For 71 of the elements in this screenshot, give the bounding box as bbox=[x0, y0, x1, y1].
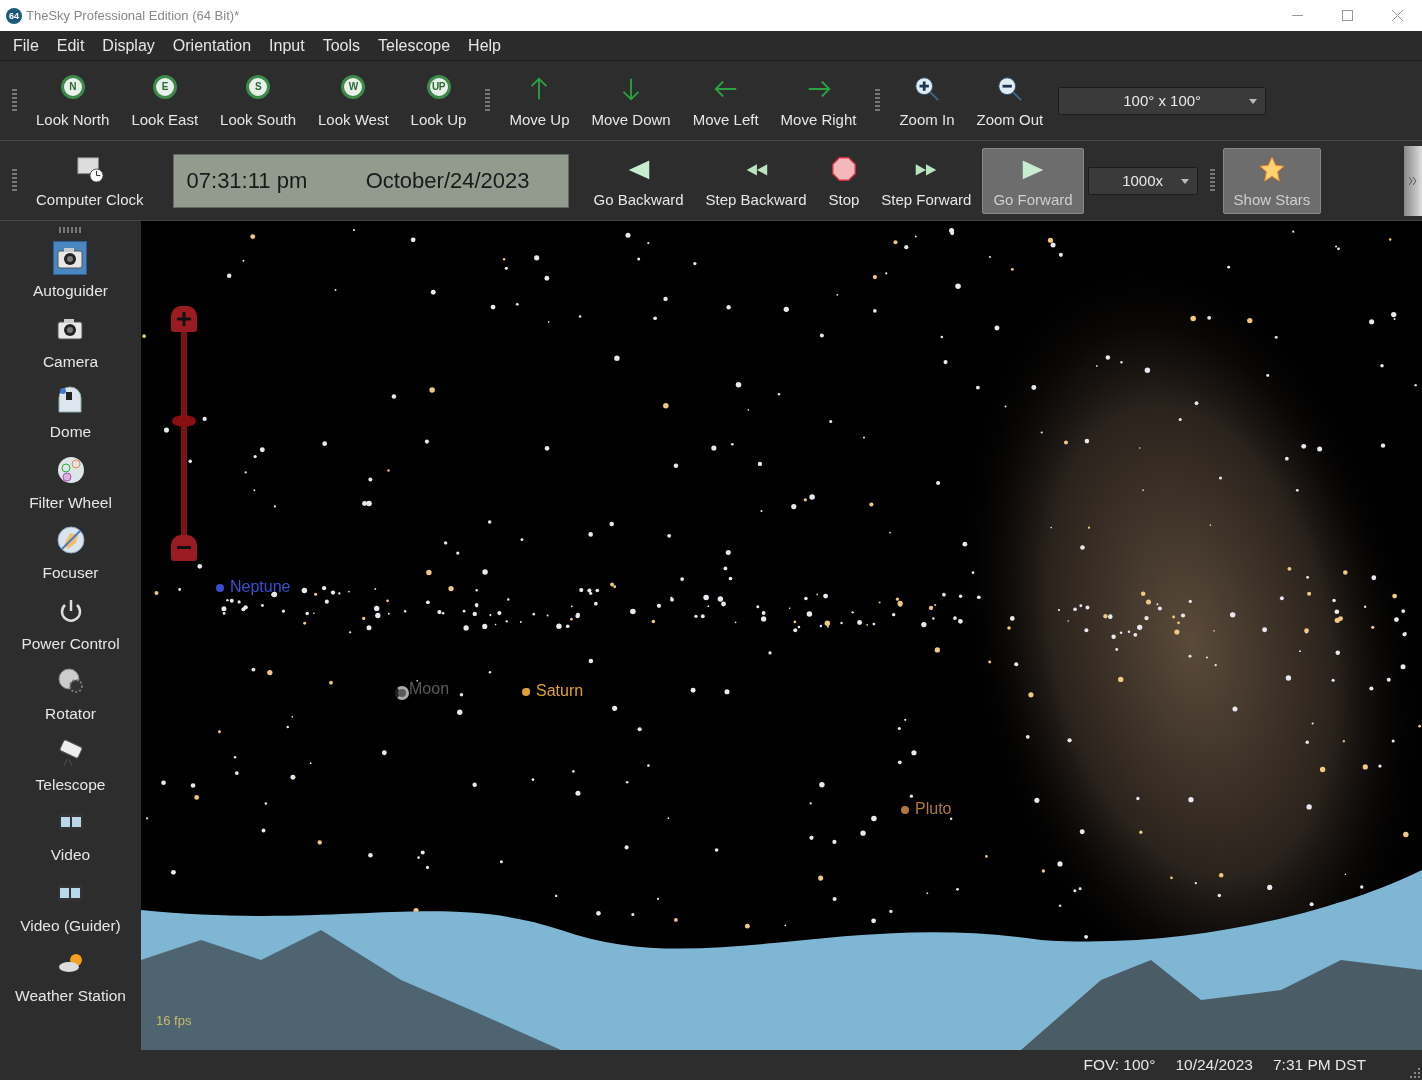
sidebar-item[interactable]: Camera bbox=[42, 311, 99, 382]
toolbar-button[interactable]: Zoom Out bbox=[965, 67, 1055, 134]
sidebar-item[interactable]: Autoguider bbox=[33, 241, 108, 312]
zoom-out-button[interactable] bbox=[171, 535, 197, 561]
plus-icon bbox=[177, 312, 191, 326]
fps-counter: 16 fps bbox=[156, 1013, 192, 1028]
compass-badge-icon: N bbox=[60, 74, 85, 99]
menu-item[interactable]: Orientation bbox=[163, 36, 261, 55]
toolbar-button[interactable]: W Look West bbox=[307, 67, 400, 134]
sidebar-item[interactable]: Telescope bbox=[35, 734, 106, 805]
sidebar-item[interactable]: Power Control bbox=[21, 593, 120, 664]
toolbar-button[interactable]: Computer Clock bbox=[25, 147, 155, 214]
minimize-icon bbox=[1291, 15, 1303, 16]
rotator-gear-icon bbox=[55, 666, 86, 696]
toolbar-button[interactable]: Move Up bbox=[498, 67, 581, 134]
close-icon bbox=[1391, 10, 1403, 21]
toolbar-button[interactable]: Stop bbox=[817, 147, 871, 214]
maximize-icon bbox=[1341, 10, 1353, 21]
date-text: October/24/2023 bbox=[365, 167, 530, 194]
status-text: 10/24/2023 bbox=[1175, 1056, 1253, 1074]
toolbar-button[interactable]: Move Left bbox=[681, 67, 770, 134]
toolbar-overflow-button[interactable] bbox=[1404, 145, 1422, 216]
window-title: TheSky Professional Edition (64 Bit)* bbox=[26, 8, 240, 23]
menu-item[interactable]: File bbox=[4, 36, 48, 55]
minus-icon bbox=[177, 546, 191, 550]
compass-badge-icon: W bbox=[341, 74, 366, 99]
chevron-icon bbox=[1409, 176, 1417, 185]
menu-item[interactable]: Edit bbox=[47, 36, 94, 55]
toolbar-button[interactable]: Move Right bbox=[769, 67, 868, 134]
toolbar-button[interactable]: N Look North bbox=[25, 67, 121, 134]
toolbar-button[interactable]: UP Look Up bbox=[399, 67, 478, 134]
toolbar-button[interactable]: Move Down bbox=[580, 67, 682, 134]
star-icon bbox=[1256, 154, 1287, 183]
time-text: 07:31:11 pm bbox=[186, 167, 308, 194]
monitor-clock-icon bbox=[74, 154, 105, 183]
status-text: 7:31 PM DST bbox=[1272, 1056, 1366, 1074]
app-logo: 64 bbox=[6, 7, 22, 24]
caret-icon bbox=[1180, 178, 1189, 184]
toolbar-button[interactable]: Zoom In bbox=[888, 67, 966, 134]
toolbar-button[interactable]: E Look East bbox=[120, 67, 210, 134]
toolbar-button[interactable]: Step Forward bbox=[870, 147, 983, 214]
toolbar-button[interactable]: S Look South bbox=[209, 67, 307, 134]
status-text: FOV: 100° bbox=[1083, 1056, 1156, 1074]
sidebar-item[interactable]: Dome bbox=[49, 382, 92, 453]
sky-object-label[interactable]: Saturn bbox=[536, 682, 584, 700]
toolbar-button[interactable]: Step Backward bbox=[694, 147, 818, 214]
dropdown[interactable]: 100° x 100° bbox=[1058, 86, 1267, 115]
caret-icon bbox=[1249, 98, 1258, 104]
compass-badge-icon: E bbox=[152, 74, 177, 99]
sidebar-item[interactable]: Filter Wheel bbox=[29, 452, 112, 523]
menu-item[interactable]: Tools bbox=[313, 36, 370, 55]
menu-item[interactable]: Display bbox=[93, 36, 164, 55]
sidebar-item[interactable]: Weather Station bbox=[15, 946, 126, 1017]
sidebar-item[interactable]: Video (Guider) bbox=[20, 875, 121, 946]
sky-object-label[interactable]: Pluto bbox=[915, 800, 952, 818]
toolbar-button[interactable]: Go Backward bbox=[582, 147, 695, 214]
slider-thumb[interactable] bbox=[172, 415, 196, 428]
menu-item[interactable]: Telescope bbox=[369, 36, 460, 55]
menu-item[interactable]: Input bbox=[260, 36, 314, 55]
focuser-icon bbox=[55, 525, 86, 555]
zoom-in-button[interactable] bbox=[171, 306, 197, 332]
sidebar-item[interactable]: Focuser bbox=[42, 523, 99, 594]
sidebar-item[interactable]: Video bbox=[50, 805, 91, 876]
sky-view[interactable]: Neptune Moon Saturn Pluto 16 fps bbox=[141, 221, 1422, 1050]
sidebar-item[interactable]: Rotator bbox=[45, 664, 96, 735]
resize-grip-icon[interactable] bbox=[1408, 1066, 1420, 1078]
menu-item[interactable]: Help bbox=[459, 36, 510, 55]
compass-badge-icon: S bbox=[246, 74, 271, 99]
filter-wheel-icon bbox=[55, 454, 86, 485]
compass-badge-icon: UP bbox=[426, 74, 451, 99]
dropdown[interactable]: 1000x bbox=[1087, 166, 1198, 195]
